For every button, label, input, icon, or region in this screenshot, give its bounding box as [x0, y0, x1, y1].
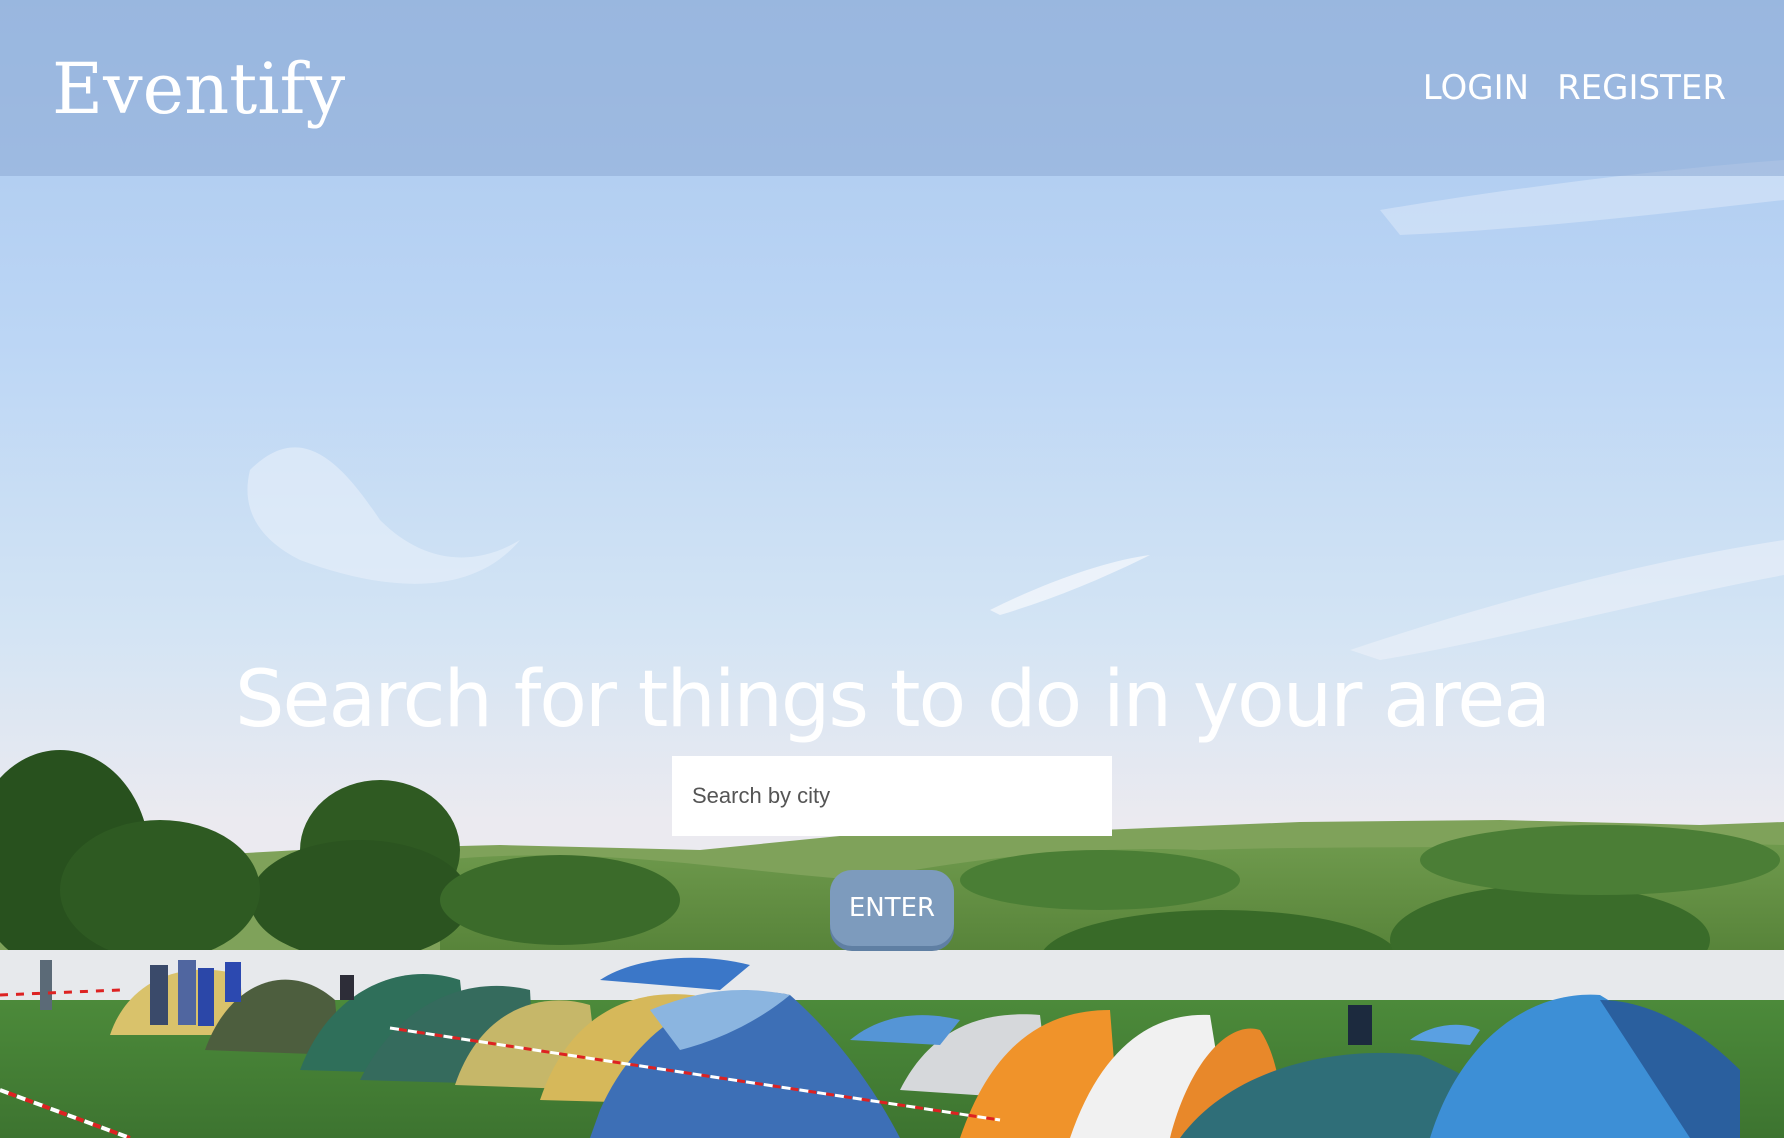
- hero-heading: Search for things to do in your area: [234, 655, 1551, 745]
- register-link[interactable]: REGISTER: [1557, 66, 1726, 110]
- login-link[interactable]: LOGIN: [1423, 66, 1529, 110]
- site-logo[interactable]: Eventify: [52, 44, 345, 134]
- city-search-input[interactable]: [672, 756, 1112, 836]
- enter-button[interactable]: ENTER: [830, 870, 954, 946]
- site-header: Eventify LOGIN REGISTER: [0, 0, 1784, 176]
- landing-page: Eventify LOGIN REGISTER Search for thing…: [0, 0, 1784, 1138]
- header-nav: LOGIN REGISTER: [1423, 66, 1726, 110]
